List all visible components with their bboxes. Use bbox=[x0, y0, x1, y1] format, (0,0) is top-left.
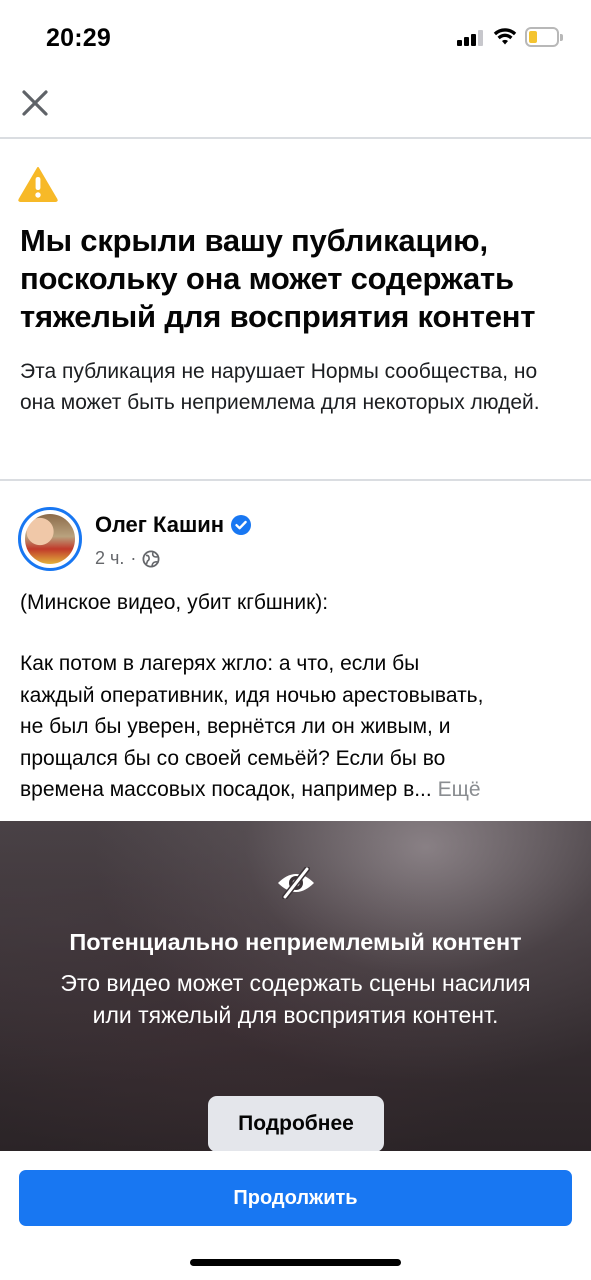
verified-badge-icon bbox=[231, 515, 252, 535]
home-indicator[interactable] bbox=[190, 1259, 401, 1266]
close-icon bbox=[22, 90, 48, 116]
post-text-line: (Минское видео, убит кгбшник): bbox=[20, 591, 329, 614]
author-name[interactable]: Олег Кашин bbox=[95, 512, 224, 538]
video-sensitive-overlay[interactable]: Потенциально неприемлемый контент Это ви… bbox=[0, 821, 591, 1151]
sensitive-content-title: Потенциально неприемлемый контент bbox=[69, 929, 522, 955]
post-text-line: каждый оперативник, идя ночью арестовыва… bbox=[20, 683, 484, 707]
post-text-line: Как потом в лагерях жгло: а что, если бы bbox=[20, 652, 420, 675]
notice-divider bbox=[0, 479, 591, 481]
status-bar: 20:29 bbox=[0, 0, 591, 76]
wifi-icon bbox=[493, 28, 517, 45]
close-button[interactable] bbox=[18, 86, 52, 120]
meta-separator: · bbox=[130, 548, 137, 568]
warning-icon bbox=[18, 167, 58, 202]
screen: 20:29 Мы скрыли вашу публикацию, посколь… bbox=[0, 0, 591, 1280]
battery-icon bbox=[525, 27, 563, 47]
post-text-last-line: времена массовых посадок, например в... … bbox=[20, 774, 565, 806]
globe-icon bbox=[142, 550, 160, 567]
see-more-link[interactable]: Ещё bbox=[438, 778, 481, 801]
avatar-photo bbox=[25, 514, 75, 564]
post-text-line: времена массовых посадок, например в... bbox=[20, 778, 432, 801]
cellular-signal-icon bbox=[457, 30, 485, 46]
eye-off-icon bbox=[278, 867, 314, 899]
author-avatar[interactable] bbox=[18, 507, 82, 571]
post-text-line: прощался бы со своей семьёй? Если бы во bbox=[20, 746, 446, 770]
author-row: Олег Кашин bbox=[95, 512, 252, 538]
header-divider bbox=[0, 137, 591, 139]
notice-description: Эта публикация не нарушает Нормы сообщес… bbox=[20, 360, 540, 414]
notice-headline: Мы скрыли вашу публикацию, поскольку она… bbox=[20, 223, 536, 334]
post-meta: 2 ч. · bbox=[95, 548, 160, 569]
continue-button[interactable]: Продолжить bbox=[19, 1170, 572, 1226]
bottom-bar: Продолжить bbox=[0, 1151, 591, 1280]
status-time: 20:29 bbox=[46, 24, 111, 52]
sensitive-content-description: Это видео может содержать сцены насилия … bbox=[60, 970, 531, 1028]
post-time[interactable]: 2 ч. bbox=[95, 548, 124, 569]
details-button[interactable]: Подробнее bbox=[208, 1096, 384, 1151]
post-text-line: не был бы уверен, вернётся ли он живым, … bbox=[20, 715, 451, 738]
